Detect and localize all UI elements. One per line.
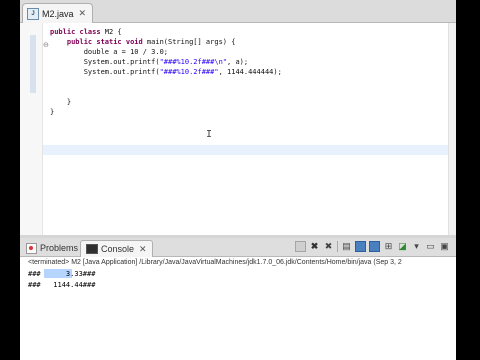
code-text: System.out.printf( xyxy=(83,68,160,76)
console-toolbar: ✖ ✖ ▤ ⊞ ◪ ▾ ▭ ▣ xyxy=(295,241,450,252)
console-output-line: ### 3.33### xyxy=(28,270,96,278)
code-text: main(String[] args) { xyxy=(142,38,236,46)
code-keyword: public class xyxy=(50,28,101,36)
editor-tab-m2-java[interactable]: J M2.java ✕ xyxy=(22,3,94,23)
fold-collapse-icon[interactable]: ⊖ xyxy=(43,41,49,49)
close-icon[interactable]: ✕ xyxy=(139,244,147,255)
code-text: double a = 10 / 3.0; xyxy=(83,48,169,56)
scroll-lock-icon[interactable] xyxy=(355,241,366,252)
tab-console[interactable]: Console ✕ xyxy=(80,240,153,257)
pin-console-icon[interactable]: ⊞ xyxy=(383,241,394,252)
code-text: M2 { xyxy=(100,28,122,36)
clear-console-icon[interactable]: ▤ xyxy=(341,241,352,252)
console-icon xyxy=(86,244,98,254)
problems-icon xyxy=(26,242,37,254)
editor-tab-bar: J M2.java ✕ xyxy=(20,0,456,23)
tab-problems-label: Problems xyxy=(40,243,79,253)
console-output-line: ### 1144.44### xyxy=(28,281,96,289)
editor-tab-label: M2.java xyxy=(42,8,74,19)
close-icon[interactable]: ✕ xyxy=(79,8,87,19)
scope-ruler-highlight xyxy=(30,35,36,93)
code-editor[interactable]: ⊖ public class M2 { public static void m… xyxy=(20,23,456,235)
terminated-status: <terminated> M2 [Java Application] /Libr… xyxy=(28,259,402,266)
tab-problems[interactable]: Problems xyxy=(26,240,78,256)
display-selected-console-icon[interactable]: ◪ xyxy=(397,241,408,252)
code-string: "###%10.2f###\n" xyxy=(159,58,228,66)
code-text: System.out.printf( xyxy=(83,58,160,66)
remove-launch-icon[interactable]: ✖ xyxy=(309,241,320,252)
stop-icon[interactable] xyxy=(295,241,306,252)
tab-console-label: Console xyxy=(101,244,135,254)
open-console-icon[interactable]: ▾ xyxy=(411,241,422,252)
console-view-tab-bar: Problems Console ✕ ✖ ✖ ▤ ⊞ ◪ ▾ ▭ ▣ xyxy=(20,238,456,257)
minimize-icon[interactable]: ▭ xyxy=(425,241,436,252)
code-text: } xyxy=(66,98,72,106)
maximize-icon[interactable]: ▣ xyxy=(439,241,450,252)
eclipse-window: J M2.java ✕ ⊖ public class M2 { public s… xyxy=(20,0,456,360)
java-file-icon: J xyxy=(27,7,39,20)
word-wrap-icon[interactable] xyxy=(369,241,380,252)
code-keyword: public static void xyxy=(66,38,143,46)
editor-scrollbar[interactable] xyxy=(448,23,456,235)
code-text: } xyxy=(50,108,55,116)
toolbar-separator xyxy=(337,241,338,252)
console-output[interactable]: <terminated> M2 [Java Application] /Libr… xyxy=(20,257,456,360)
code-string: "###%10.2f###" xyxy=(159,68,219,76)
code-text: , 1144.444444); xyxy=(218,68,282,76)
code-text: , a); xyxy=(227,58,249,66)
current-line-highlight xyxy=(43,145,456,155)
text-cursor-icon: I xyxy=(206,129,213,140)
remove-all-launches-icon[interactable]: ✖ xyxy=(323,241,334,252)
source-code[interactable]: public class M2 { public static void mai… xyxy=(50,27,282,117)
